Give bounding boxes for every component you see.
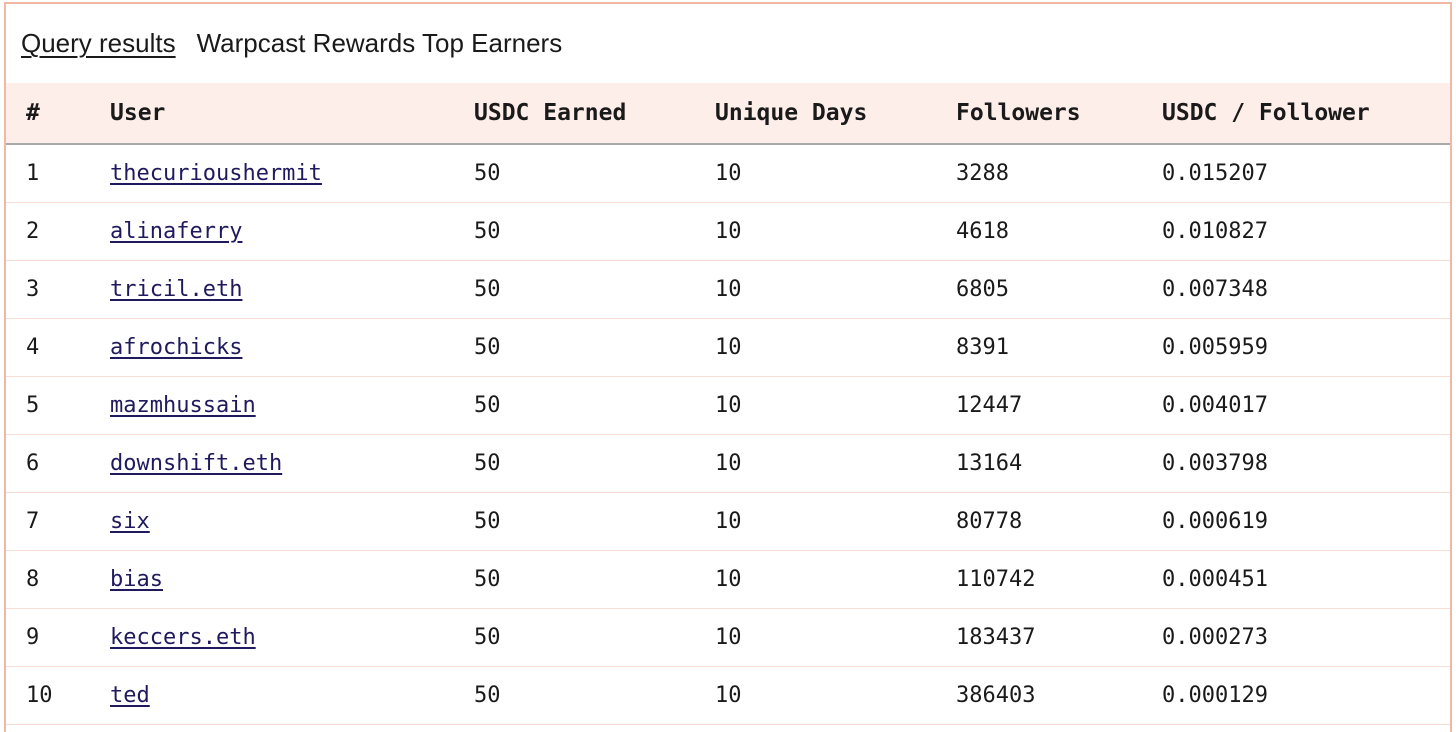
cell-followers: 80778 xyxy=(956,492,1162,551)
table-header-row: # User USDC Earned Unique Days Followers… xyxy=(6,83,1450,145)
cell-usdc-earned: 50 xyxy=(474,202,715,261)
column-header-user[interactable]: User xyxy=(110,83,474,145)
cell-usdc-per-follower: 0.015207 xyxy=(1162,144,1450,203)
cell-unique-days: 10 xyxy=(715,550,956,609)
cell-rank: 4 xyxy=(6,318,110,377)
cell-usdc-earned: 50 xyxy=(474,260,715,319)
cell-usdc-earned: 50 xyxy=(474,434,715,493)
table-row: 7 six 50 10 80778 0.000619 xyxy=(6,492,1450,551)
cell-followers: 6805 xyxy=(956,260,1162,319)
cell-usdc-earned: 50 xyxy=(474,144,715,203)
cell-usdc-per-follower: 0.010827 xyxy=(1162,202,1450,261)
column-header-usdc-per-follower[interactable]: USDC / Follower xyxy=(1162,83,1450,145)
cell-usdc-per-follower: 0.000619 xyxy=(1162,492,1450,551)
query-results-link[interactable]: Query results xyxy=(21,28,176,59)
cell-rank: 5 xyxy=(6,376,110,435)
user-link[interactable]: alinaferry xyxy=(110,219,242,244)
cell-user: six xyxy=(110,492,474,551)
cell-rank: 6 xyxy=(6,434,110,493)
table-row: 3 tricil.eth 50 10 6805 0.007348 xyxy=(6,260,1450,319)
cell-usdc-earned: 50 xyxy=(474,550,715,609)
cell-usdc-earned: 50 xyxy=(474,318,715,377)
table-row: 8 bias 50 10 110742 0.000451 xyxy=(6,550,1450,609)
cell-usdc-per-follower: 0.000451 xyxy=(1162,550,1450,609)
cell-usdc-per-follower: 0.000273 xyxy=(1162,608,1450,667)
cell-unique-days: 10 xyxy=(715,144,956,203)
cell-user: mazmhussain xyxy=(110,376,474,435)
cell-user: downshift.eth xyxy=(110,434,474,493)
panel-header: Query results Warpcast Rewards Top Earne… xyxy=(6,4,1450,83)
query-title: Warpcast Rewards Top Earners xyxy=(196,28,563,58)
user-link[interactable]: downshift.eth xyxy=(110,451,282,476)
user-link[interactable]: bias xyxy=(110,567,163,592)
table-row: 6 downshift.eth 50 10 13164 0.003798 xyxy=(6,434,1450,493)
table-row: 4 afrochicks 50 10 8391 0.005959 xyxy=(6,318,1450,377)
cell-followers: 13164 xyxy=(956,434,1162,493)
table-row: 5 mazmhussain 50 10 12447 0.004017 xyxy=(6,376,1450,435)
table-row: 10 ted 50 10 386403 0.000129 xyxy=(6,666,1450,725)
user-link[interactable]: afrochicks xyxy=(110,335,242,360)
cell-user: bias xyxy=(110,550,474,609)
cell-unique-days: 10 xyxy=(715,434,956,493)
user-link[interactable]: six xyxy=(110,509,150,534)
table-row: 9 keccers.eth 50 10 183437 0.000273 xyxy=(6,608,1450,667)
cell-usdc-earned: 50 xyxy=(474,666,715,725)
cell-unique-days: 10 xyxy=(715,260,956,319)
cell-usdc-per-follower: 0.000129 xyxy=(1162,666,1450,725)
cell-usdc-earned: 50 xyxy=(474,376,715,435)
cell-usdc-per-follower: 0.005959 xyxy=(1162,318,1450,377)
cell-unique-days: 10 xyxy=(715,202,956,261)
results-table: # User USDC Earned Unique Days Followers… xyxy=(6,83,1450,725)
table-row: 2 alinaferry 50 10 4618 0.010827 xyxy=(6,202,1450,261)
user-link[interactable]: thecurioushermit xyxy=(110,161,322,186)
cell-usdc-earned: 50 xyxy=(474,492,715,551)
cell-rank: 3 xyxy=(6,260,110,319)
user-link[interactable]: tricil.eth xyxy=(110,277,242,302)
cell-rank: 1 xyxy=(6,144,110,203)
cell-user: thecurioushermit xyxy=(110,144,474,203)
cell-user: afrochicks xyxy=(110,318,474,377)
cell-user: keccers.eth xyxy=(110,608,474,667)
table-row: 1 thecurioushermit 50 10 3288 0.015207 xyxy=(6,144,1450,203)
cell-rank: 7 xyxy=(6,492,110,551)
cell-unique-days: 10 xyxy=(715,608,956,667)
cell-rank: 9 xyxy=(6,608,110,667)
cell-usdc-per-follower: 0.004017 xyxy=(1162,376,1450,435)
cell-user: ted xyxy=(110,666,474,725)
cell-rank: 8 xyxy=(6,550,110,609)
cell-followers: 8391 xyxy=(956,318,1162,377)
column-header-unique-days[interactable]: Unique Days xyxy=(715,83,956,145)
cell-usdc-earned: 50 xyxy=(474,608,715,667)
cell-unique-days: 10 xyxy=(715,376,956,435)
cell-unique-days: 10 xyxy=(715,318,956,377)
cell-usdc-per-follower: 0.003798 xyxy=(1162,434,1450,493)
cell-usdc-per-follower: 0.007348 xyxy=(1162,260,1450,319)
cell-followers: 386403 xyxy=(956,666,1162,725)
user-link[interactable]: mazmhussain xyxy=(110,393,256,418)
cell-rank: 2 xyxy=(6,202,110,261)
cell-rank: 10 xyxy=(6,666,110,725)
cell-user: alinaferry xyxy=(110,202,474,261)
cell-followers: 183437 xyxy=(956,608,1162,667)
column-header-usdc-earned[interactable]: USDC Earned xyxy=(474,83,715,145)
cell-followers: 110742 xyxy=(956,550,1162,609)
cell-unique-days: 10 xyxy=(715,666,956,725)
column-header-followers[interactable]: Followers xyxy=(956,83,1162,145)
cell-followers: 3288 xyxy=(956,144,1162,203)
user-link[interactable]: keccers.eth xyxy=(110,625,256,650)
cell-user: tricil.eth xyxy=(110,260,474,319)
cell-followers: 12447 xyxy=(956,376,1162,435)
user-link[interactable]: ted xyxy=(110,683,150,708)
cell-followers: 4618 xyxy=(956,202,1162,261)
cell-unique-days: 10 xyxy=(715,492,956,551)
query-results-panel: Query results Warpcast Rewards Top Earne… xyxy=(4,2,1452,732)
column-header-rank[interactable]: # xyxy=(6,83,110,145)
